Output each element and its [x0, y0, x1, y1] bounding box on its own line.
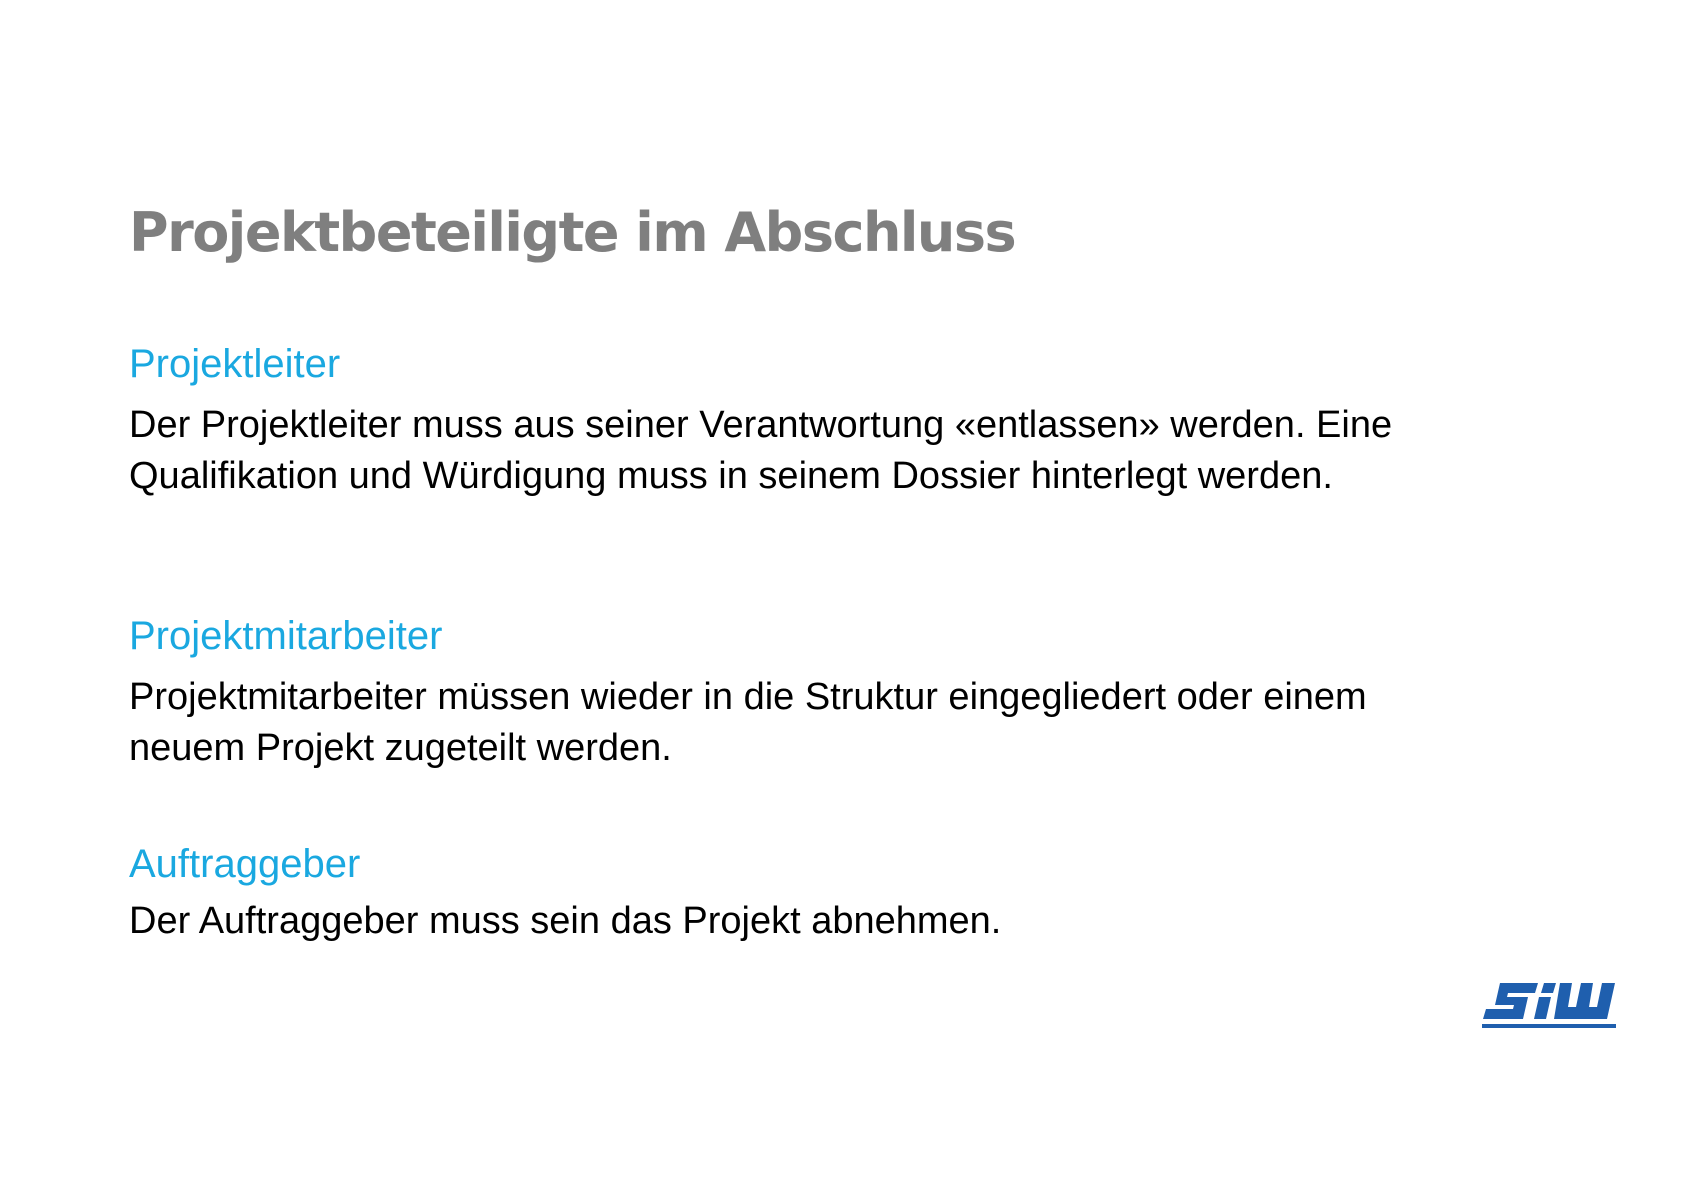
section-body: Der Auftraggeber muss sein das Projekt a… — [129, 900, 1002, 942]
section-heading: Auftraggeber — [129, 842, 361, 886]
siw-logo-icon — [1482, 983, 1616, 1028]
section-heading: Projektleiter — [129, 342, 341, 386]
slide-title: Projektbeteiligte im Abschluss — [129, 201, 1017, 264]
section-body: Projektmitarbeiter müssen wieder in die … — [129, 676, 1367, 769]
section-projektmitarbeiter: Projektmitarbeiter Projektmitarbeiter mü… — [129, 612, 1429, 774]
slide: Projektbeteiligte im Abschluss Projektle… — [0, 0, 1683, 1190]
section-projektleiter: Projektleiter Der Projektleiter muss aus… — [129, 340, 1429, 502]
section-heading: Projektmitarbeiter — [129, 614, 443, 658]
section-body: Der Projektleiter muss aus seiner Verant… — [129, 404, 1393, 497]
section-auftraggeber: Auftraggeber Der Auftraggeber muss sein … — [129, 840, 1429, 947]
